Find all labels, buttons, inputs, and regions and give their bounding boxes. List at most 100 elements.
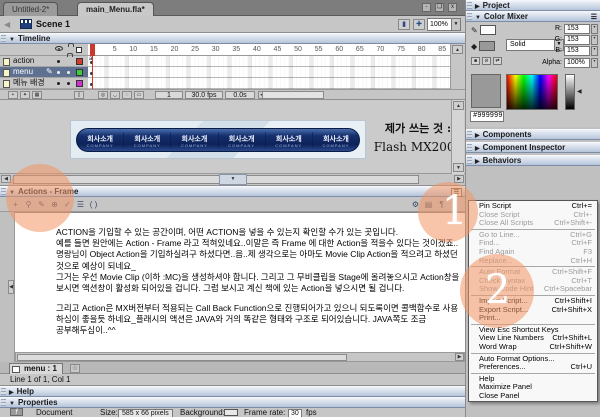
- outline-column-icon[interactable]: [76, 47, 82, 53]
- component-inspector-panel-header[interactable]: ▶Component Inspector: [466, 142, 600, 153]
- stroke-color-swatch[interactable]: [480, 25, 496, 35]
- layer-name[interactable]: 메뉴 배경: [13, 78, 45, 88]
- alpha-spinner[interactable]: ▾: [591, 58, 598, 68]
- r-spinner[interactable]: ▾: [591, 24, 598, 34]
- panel-gripper[interactable]: [467, 144, 472, 151]
- g-input[interactable]: 153: [564, 35, 590, 45]
- panel-gripper[interactable]: [1, 388, 6, 395]
- visibility-dot[interactable]: [57, 60, 60, 63]
- panel-gripper[interactable]: [1, 399, 6, 406]
- color-mixer-panel-header[interactable]: ▼Color Mixer ☰: [466, 11, 600, 22]
- stroke-color-tool[interactable]: ✎: [471, 25, 496, 35]
- panel-gripper[interactable]: [467, 13, 472, 20]
- reference-help-icon[interactable]: ¶: [436, 199, 447, 210]
- components-panel-header[interactable]: ▶Components: [466, 129, 600, 140]
- stage-horizontal-scrollbar[interactable]: ◀ ▼ ▶: [0, 174, 465, 186]
- frames-pane[interactable]: 510152025303540455055606570758085 a: [88, 44, 450, 89]
- timeline-scrollbar[interactable]: ▲: [450, 44, 465, 89]
- swap-colors-icon[interactable]: ⇄: [493, 57, 502, 65]
- scene-label[interactable]: Scene 1: [36, 19, 70, 29]
- panel-gripper[interactable]: [1, 188, 6, 195]
- scroll-right-icon[interactable]: ▶: [455, 353, 464, 361]
- layer-row-action[interactable]: action: [0, 56, 88, 67]
- edit-symbol-icon[interactable]: ✚: [413, 19, 425, 30]
- insert-folder-icon[interactable]: ▦: [32, 91, 42, 99]
- panel-collapse-grip[interactable]: ▼: [219, 174, 247, 185]
- help-panel-header[interactable]: ▶Help: [0, 386, 465, 397]
- script-editor[interactable]: ACTION을 기입할 수 있는 공간이며, 어떤 ACTION을 넣을 수 있…: [15, 212, 465, 352]
- layer-row-menu-bg[interactable]: 메뉴 배경: [0, 78, 88, 89]
- debug-options-icon[interactable]: ⚙: [410, 199, 421, 210]
- script-tab-menu[interactable]: menu : 1: [9, 363, 63, 374]
- lock-dot[interactable]: [67, 71, 70, 74]
- expand-navigator-icon[interactable]: ◀: [8, 280, 14, 294]
- stage[interactable]: 회사소개 COMPANY 회사소개 COMPANY 회사소개 COMPANY: [0, 100, 465, 174]
- show-hide-column-icon[interactable]: [55, 46, 63, 51]
- brightness-slider[interactable]: [565, 74, 575, 110]
- zoom-dropdown-arrow[interactable]: ▼: [451, 19, 460, 30]
- replace-icon[interactable]: ✎: [36, 199, 47, 210]
- insert-target-path-icon[interactable]: ⊕: [49, 199, 60, 210]
- tab-main-menu-fla[interactable]: main_Menu.fla*: [77, 2, 154, 16]
- view-options-icon[interactable]: ▤: [423, 199, 434, 210]
- nav-button[interactable]: 회사소개 COMPANY: [266, 132, 313, 148]
- code-hint-icon[interactable]: ( ): [88, 199, 99, 210]
- stage-vertical-scrollbar[interactable]: ▲ ▼: [451, 100, 464, 174]
- nav-menu-bar[interactable]: 회사소개 COMPANY 회사소개 COMPANY 회사소개 COMPANY: [76, 128, 360, 152]
- panel-gripper[interactable]: [467, 2, 472, 9]
- layer-name[interactable]: menu: [13, 67, 33, 77]
- onion-skin-icon[interactable]: ◡: [110, 91, 120, 99]
- timeline-hscroll-thumb[interactable]: [262, 91, 324, 99]
- scroll-right-icon[interactable]: ▶: [454, 175, 464, 183]
- nav-button[interactable]: 회사소개 COMPANY: [124, 132, 171, 148]
- layer-row-menu[interactable]: menu ✎: [0, 67, 88, 78]
- timeline-ruler[interactable]: 510152025303540455055606570758085: [88, 44, 450, 56]
- alpha-input[interactable]: 100%: [564, 58, 590, 68]
- panel-options-menu-icon[interactable]: ☰: [451, 188, 462, 197]
- nav-button[interactable]: 회사소개 COMPANY: [77, 132, 124, 148]
- delete-layer-trash-icon[interactable]: ▯: [74, 91, 84, 99]
- menu-item[interactable]: Word Wrap Ctrl+Shift+W: [469, 343, 597, 352]
- fill-color-tool[interactable]: ◆: [471, 41, 495, 51]
- visibility-dot[interactable]: [57, 82, 60, 85]
- size-button[interactable]: 585 x 66 pixels: [118, 409, 173, 417]
- g-spinner[interactable]: ▾: [591, 35, 598, 45]
- panel-gripper[interactable]: [467, 131, 472, 138]
- stage-banner-artwork[interactable]: 회사소개 COMPANY 회사소개 COMPANY 회사소개 COMPANY: [70, 120, 366, 159]
- layer-color-chip[interactable]: [76, 69, 83, 76]
- check-syntax-icon[interactable]: ✓: [62, 199, 73, 210]
- playhead[interactable]: [90, 44, 95, 56]
- back-arrow-icon[interactable]: ◀: [4, 20, 10, 29]
- restore-button[interactable]: ❏: [435, 3, 444, 12]
- layer-color-chip[interactable]: [76, 80, 83, 87]
- script-hscroll-thumb[interactable]: [17, 354, 347, 361]
- panel-gripper[interactable]: [467, 157, 472, 164]
- center-frame-icon[interactable]: ◎: [98, 91, 108, 99]
- no-color-icon[interactable]: ⊘: [482, 57, 491, 65]
- frame-rate-value[interactable]: 30.0 fps: [185, 91, 223, 99]
- background-color-swatch[interactable]: [224, 409, 238, 416]
- b-input[interactable]: 153: [564, 46, 590, 56]
- nav-button[interactable]: 회사소개 COMPANY: [313, 132, 359, 148]
- menu-item[interactable]: Print...: [469, 314, 597, 323]
- menu-item[interactable]: Close Panel: [469, 392, 597, 401]
- layer-color-chip[interactable]: [76, 58, 83, 65]
- framerate-input[interactable]: 30: [288, 409, 302, 417]
- pin-script-icon[interactable]: ☉: [70, 364, 80, 373]
- scroll-left-icon[interactable]: ◀: [1, 175, 11, 183]
- auto-format-icon[interactable]: ☰: [75, 199, 86, 210]
- project-panel-header[interactable]: ▶Project: [466, 0, 600, 11]
- r-input[interactable]: 153: [564, 24, 590, 34]
- find-icon[interactable]: ⚲: [23, 199, 34, 210]
- onion-outline-icon[interactable]: ◌: [122, 91, 132, 99]
- motion-guide-icon[interactable]: ✦: [20, 91, 30, 99]
- hex-color-input[interactable]: #999999: [470, 111, 504, 122]
- scroll-up-icon[interactable]: ▲: [452, 45, 463, 54]
- insert-layer-icon[interactable]: +: [8, 91, 18, 99]
- fill-color-swatch[interactable]: [479, 41, 495, 51]
- scroll-down-icon[interactable]: ▼: [453, 163, 464, 172]
- close-button[interactable]: x: [448, 3, 457, 12]
- layer-name[interactable]: action: [13, 56, 34, 66]
- nav-button[interactable]: 회사소개 COMPANY: [219, 132, 266, 148]
- tab-untitled-2[interactable]: Untitled-2*: [3, 2, 58, 16]
